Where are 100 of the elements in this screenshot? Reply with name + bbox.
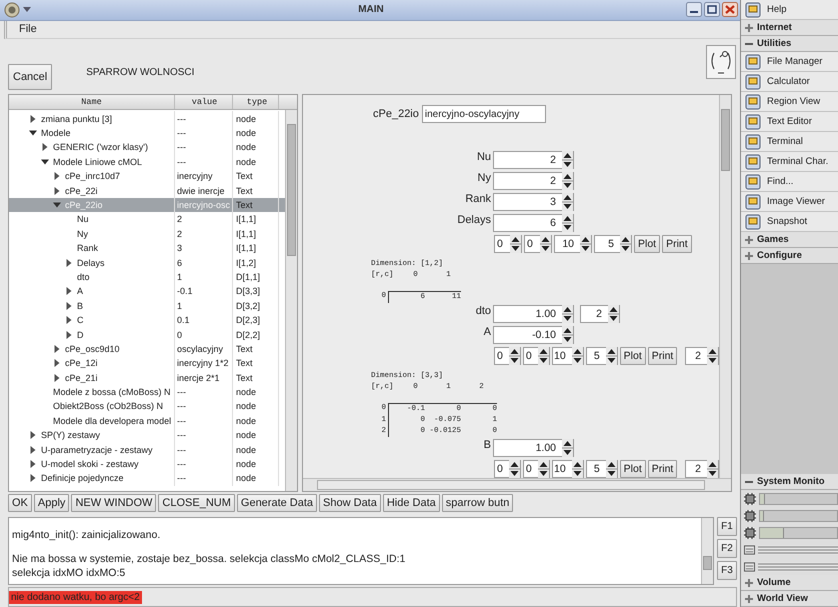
number-spinner[interactable]: 0 [522,460,550,478]
column-header[interactable]: value [175,95,233,110]
scrollbar[interactable] [719,95,731,478]
number-spinner[interactable]: 1.00 [493,439,574,458]
action-button[interactable]: OK [8,494,32,512]
tree-row[interactable]: U-model skoki - zestawy --- node [9,456,285,472]
action-button[interactable]: Plot [620,347,646,366]
number-spinner[interactable]: 5 [594,235,632,254]
section-header[interactable]: System Monito [741,474,838,490]
section-header[interactable]: Utilities [741,36,838,52]
tree-row[interactable]: cPe_inrc10d7 inercyjny Text [9,169,285,184]
launcher-item[interactable]: Image Viewer [741,192,838,212]
tree-row[interactable]: cPe_22io inercyjno-osc Text [9,198,285,212]
number-spinner[interactable]: 10 [552,347,584,366]
number-spinner[interactable]: 10 [554,235,592,254]
launcher-item[interactable]: Text Editor [741,112,838,132]
close-icon[interactable] [722,2,738,18]
expand-arrow-icon[interactable] [29,460,37,468]
section-header[interactable]: Volume [741,575,838,591]
app-icon[interactable] [4,2,20,18]
launcher-item[interactable]: Terminal [741,132,838,152]
column-header[interactable]: type [233,95,279,110]
function-key-button[interactable]: F3 [717,561,737,580]
action-button[interactable]: Apply [34,494,70,512]
number-spinner[interactable]: 1.00 [493,305,574,324]
number-spinner[interactable]: 0 [494,235,522,254]
action-button[interactable]: Show Data [319,494,381,512]
number-spinner[interactable]: 5 [586,347,618,366]
section-header[interactable]: World View [741,591,838,607]
caret-icon[interactable] [23,6,31,13]
scrollbar[interactable] [701,518,713,584]
action-button[interactable]: Hide Data [382,494,440,512]
text-field[interactable]: inercyjno-oscylacyjny [422,105,546,124]
expand-arrow-icon[interactable] [53,374,61,382]
launcher-item[interactable]: Find... [741,172,838,192]
tree-row[interactable]: cPe_21i inercje 2*1 Text [9,370,285,385]
number-spinner[interactable]: 2 [493,172,574,190]
tree-row[interactable]: Modele dla developera model --- node [9,414,285,428]
cancel-button[interactable]: Cancel [8,64,52,90]
scrollbar[interactable] [303,478,731,492]
number-spinner[interactable]: 3 [493,193,574,212]
number-spinner[interactable]: 10 [552,460,584,478]
section-header[interactable]: Games [741,232,838,248]
tree-row[interactable]: Delays 6 I[1,2] [9,255,285,270]
number-spinner[interactable]: 0 [494,347,521,366]
expand-arrow-icon[interactable] [53,172,61,180]
action-button[interactable]: Print [662,235,692,254]
number-spinner[interactable]: 0 [494,460,521,478]
function-key-button[interactable]: F2 [717,539,737,558]
number-spinner[interactable]: 2 [685,347,719,366]
tree-row[interactable]: Definicje pojedyncze --- node [9,471,285,486]
launcher-item[interactable]: Calculator [741,72,838,92]
launcher-item[interactable]: Help [741,0,838,20]
function-key-button[interactable]: F1 [717,517,737,536]
column-header[interactable]: Name [9,95,175,110]
expand-arrow-icon[interactable] [41,143,49,152]
tree-row[interactable]: Obiekt2Boss (cOb2Boss) N --- node [9,399,285,414]
expand-arrow-icon[interactable] [53,344,61,353]
expand-arrow-icon[interactable] [29,114,37,123]
tree-row[interactable]: Ny 2 I[1,1] [9,226,285,241]
minimize-icon[interactable] [686,2,702,18]
action-button[interactable]: sparrow butn [442,494,514,512]
expand-arrow-icon[interactable] [29,431,37,440]
number-spinner[interactable]: 2 [493,151,574,170]
expand-arrow-icon[interactable] [29,446,37,454]
action-button[interactable]: Generate Data [236,494,318,512]
number-spinner[interactable]: 2 [580,305,620,324]
tree-row[interactable]: B 1 D[3,2] [9,298,285,313]
tree-row[interactable]: D 0 D[2,2] [9,327,285,342]
section-header[interactable]: Configure [741,248,838,264]
tree-row[interactable]: GENERIC ('wzor klasy') --- node [9,140,285,155]
expand-arrow-icon[interactable] [65,316,73,324]
action-button[interactable]: Print [648,347,678,366]
action-button[interactable]: CLOSE_NUM [158,494,235,512]
expand-arrow-icon[interactable] [53,186,61,195]
tree-row[interactable]: Modele z bossa (cMoBoss) N --- node [9,384,285,400]
tree-row[interactable]: SP(Y) zestawy --- node [9,428,285,442]
tree-row[interactable]: zmiana punktu [3] --- node [9,111,285,126]
tree-row[interactable]: C 0.1 D[2,3] [9,312,285,328]
action-button[interactable]: Plot [620,460,646,478]
action-button[interactable]: Print [648,460,678,478]
launcher-item[interactable]: Terminal Char. [741,152,838,172]
expand-arrow-icon[interactable] [65,287,73,296]
menu-item[interactable]: File [17,23,39,36]
tree-row[interactable]: cPe_osc9d10 oscylacyjny Text [9,342,285,356]
collapse-arrow-icon[interactable] [29,129,37,138]
expand-arrow-icon[interactable] [65,330,73,339]
action-button[interactable]: NEW WINDOW [71,494,156,512]
tree-row[interactable]: cPe_12i inercyjny 1*2 Text [9,356,285,371]
expand-arrow-icon[interactable] [65,258,73,267]
section-header[interactable]: Internet [741,20,838,36]
tree-row[interactable]: A -0.1 D[3,3] [9,284,285,299]
launcher-item[interactable]: File Manager [741,52,838,72]
action-button[interactable]: Plot [634,235,660,254]
maximize-icon[interactable] [704,2,720,18]
collapse-arrow-icon[interactable] [41,158,49,166]
tree-row[interactable]: Modele --- node [9,126,285,140]
launcher-item[interactable]: Snapshot [741,212,838,232]
collapse-arrow-icon[interactable] [53,201,61,210]
number-spinner[interactable]: 5 [586,460,618,478]
